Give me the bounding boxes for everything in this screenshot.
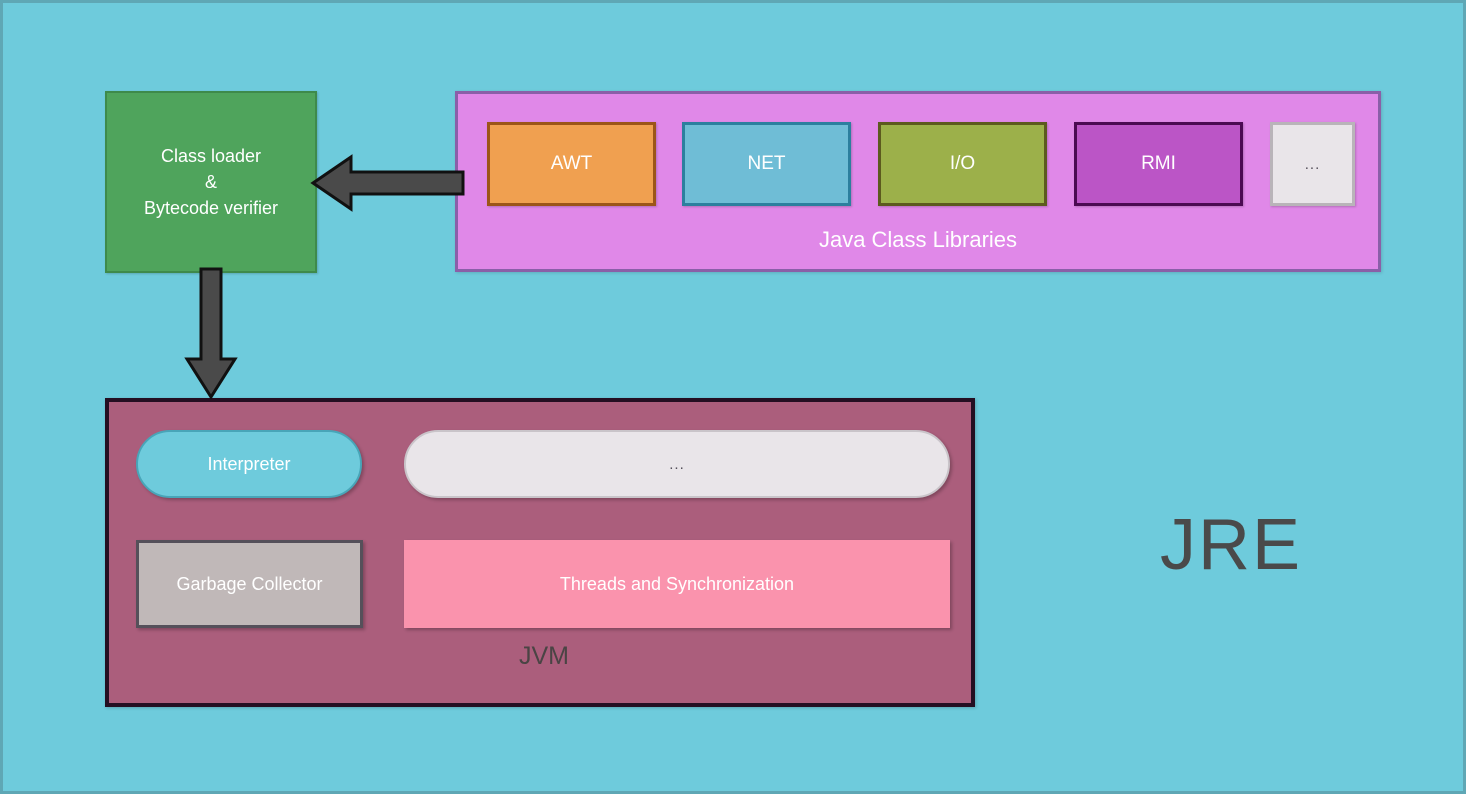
library-box-awt[interactable]: AWT: [487, 122, 656, 206]
library-box-more[interactable]: ...: [1270, 122, 1355, 206]
arrow-class-loader-to-jvm: [184, 267, 238, 400]
library-box-rmi[interactable]: RMI: [1074, 122, 1243, 206]
class-loader-box[interactable]: Class loader & Bytecode verifier: [105, 91, 317, 273]
library-box-net[interactable]: NET: [682, 122, 851, 206]
library-label-net: NET: [747, 153, 786, 174]
class-loader-line3: Bytecode verifier: [143, 198, 279, 218]
jvm-item-more[interactable]: ...: [404, 430, 950, 498]
java-class-libraries-label: Java Class Libraries: [818, 227, 1018, 252]
jvm-item-threads-synchronization[interactable]: Threads and Synchronization: [404, 540, 950, 628]
library-label-more: ...: [1304, 155, 1321, 173]
jvm-label-threads-synchronization: Threads and Synchronization: [559, 573, 795, 594]
library-label-io: I/O: [949, 153, 976, 174]
jvm-label-interpreter: Interpreter: [207, 453, 291, 474]
jvm-label-garbage-collector: Garbage Collector: [176, 573, 323, 594]
jre-title: JRE: [1159, 505, 1303, 585]
library-box-io[interactable]: I/O: [878, 122, 1047, 206]
diagram-canvas: Class loader & Bytecode verifier AWT NET…: [0, 0, 1466, 794]
library-label-awt: AWT: [550, 153, 593, 174]
class-loader-line1: Class loader: [160, 146, 262, 166]
jvm-item-interpreter[interactable]: Interpreter: [136, 430, 362, 498]
java-class-libraries-box[interactable]: AWT NET I/O RMI ... Java Class Libraries: [455, 91, 1381, 272]
library-label-rmi: RMI: [1141, 153, 1176, 174]
jvm-box[interactable]: Interpreter ... Garbage Collector Thread…: [105, 398, 975, 707]
jvm-label-more: ...: [669, 455, 685, 473]
arrow-libraries-to-class-loader: [310, 154, 465, 212]
class-loader-line2: &: [204, 172, 217, 192]
jvm-item-garbage-collector[interactable]: Garbage Collector: [136, 540, 363, 628]
jvm-label: JVM: [519, 642, 569, 670]
